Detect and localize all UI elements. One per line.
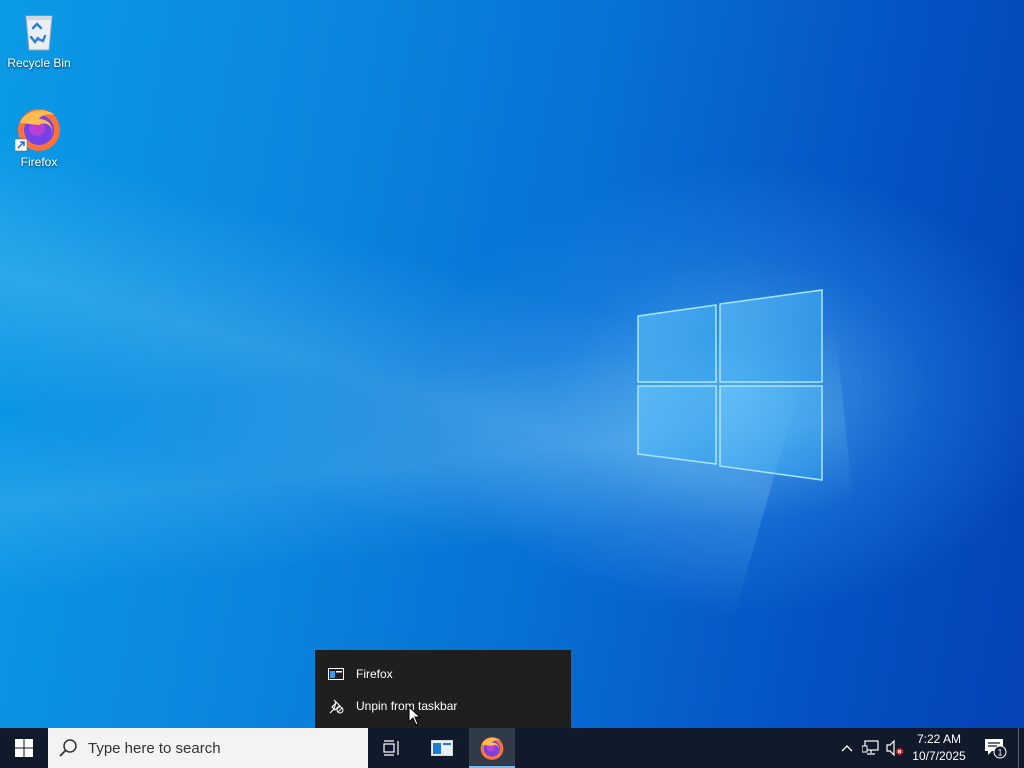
task-view-button[interactable]	[369, 728, 415, 768]
window-icon	[431, 740, 453, 756]
volume-button[interactable]	[884, 728, 906, 768]
task-view-icon	[383, 740, 399, 756]
firefox-icon	[480, 737, 504, 760]
show-desktop-button[interactable]	[1018, 728, 1024, 768]
window-icon	[328, 666, 344, 682]
search-icon	[59, 739, 77, 757]
taskbar-context-menu: Firefox Unpin from taskbar	[315, 650, 571, 728]
windows-wallpaper-logo	[637, 289, 823, 481]
firefox-icon	[14, 109, 60, 152]
menu-item-label: Firefox	[356, 667, 393, 681]
desktop-icon-label: Recycle Bin	[7, 56, 71, 70]
desktop[interactable]: Recycle Bin Firefox Firefox Unpin from t…	[0, 0, 1024, 728]
chevron-up-icon	[841, 745, 853, 752]
search-box[interactable]: Type here to search	[48, 728, 368, 768]
windows-start-icon	[15, 739, 33, 757]
recycle-bin-icon	[25, 15, 53, 51]
clock-date: 10/7/2025	[912, 749, 966, 763]
clock-time: 7:22 AM	[916, 732, 962, 746]
notification-count: 1	[997, 748, 1002, 758]
desktop-icon-firefox[interactable]: Firefox	[1, 105, 77, 169]
volume-muted-icon	[886, 740, 903, 756]
network-button[interactable]	[860, 728, 882, 768]
desktop-icon-label: Firefox	[20, 155, 58, 169]
menu-item-firefox[interactable]: Firefox	[315, 660, 571, 688]
action-center-button[interactable]: 1	[980, 728, 1010, 768]
notification-icon: 1	[985, 739, 1007, 759]
desktop-icon-recycle-bin[interactable]: Recycle Bin	[1, 6, 77, 70]
taskbar: Type here to search 7:22 AM 10/7/2025 1	[0, 728, 1024, 768]
mouse-cursor-icon	[408, 706, 422, 726]
search-placeholder: Type here to search	[88, 739, 221, 757]
show-hidden-icons-button[interactable]	[836, 728, 858, 768]
unpin-icon	[328, 698, 344, 714]
menu-item-unpin-from-taskbar[interactable]: Unpin from taskbar	[315, 692, 571, 720]
start-button[interactable]	[0, 728, 48, 768]
menu-item-label: Unpin from taskbar	[356, 699, 458, 713]
taskbar-app-window-button[interactable]	[419, 728, 465, 768]
network-icon	[862, 740, 879, 755]
clock[interactable]: 7:22 AM 10/7/2025	[906, 731, 972, 765]
taskbar-firefox-button[interactable]	[469, 728, 515, 768]
